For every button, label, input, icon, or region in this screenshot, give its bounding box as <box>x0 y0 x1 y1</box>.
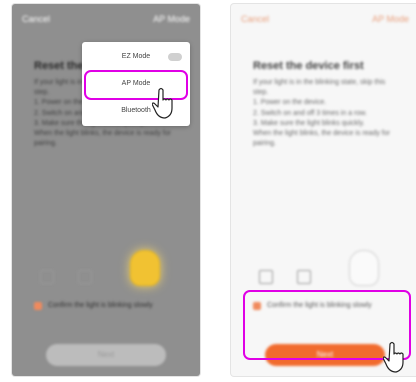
confirm-checkbox[interactable] <box>34 302 42 310</box>
instruction-line: 3. Make sure the light blinks quickly. <box>253 119 365 127</box>
menu-item-label: EZ Mode <box>121 53 151 60</box>
page-title: Reset the device first <box>253 60 364 72</box>
screen-right-reset-device: Cancel AP Mode Reset the device first If… <box>231 4 416 376</box>
instruction-line: 1. Power on the device. <box>253 99 327 107</box>
switch-icon <box>259 270 273 284</box>
confirm-row[interactable]: Confirm the light is blinking slowly <box>34 302 180 310</box>
switch-icon <box>297 270 311 284</box>
switch-icon <box>40 270 54 284</box>
screen-left-mode-menu: Cancel AP Mode Reset the device first If… <box>12 4 200 376</box>
menu-item-ez-mode[interactable]: EZ Mode <box>82 46 190 68</box>
instruction-line: When the light blinks, the device is rea… <box>34 130 171 148</box>
next-button[interactable]: Next <box>46 344 166 366</box>
instructions: If your light is in the blinking state, … <box>253 78 393 149</box>
toggle-icon <box>168 53 182 61</box>
cancel-button[interactable]: Cancel <box>241 14 269 24</box>
menu-item-label: Bluetooth <box>121 107 151 114</box>
reset-diagram <box>257 222 393 286</box>
mode-switch-button[interactable]: AP Mode <box>153 14 190 24</box>
reset-diagram <box>38 222 174 286</box>
mode-switch-button[interactable]: AP Mode <box>372 14 409 24</box>
confirm-text: Confirm the light is blinking slowly <box>47 302 153 309</box>
lightbulb-icon <box>349 250 379 286</box>
hand-pointer-icon <box>152 87 173 119</box>
instruction-line: 2. Switch on and off 3 times in a row. <box>253 109 367 117</box>
hand-pointer-icon <box>383 341 404 373</box>
instruction-line: If your light is in the blinking state, … <box>253 79 386 97</box>
cancel-button[interactable]: Cancel <box>22 14 50 24</box>
switch-icon <box>78 270 92 284</box>
top-bar: Cancel AP Mode <box>231 4 416 32</box>
instruction-line: When the light blinks, the device is rea… <box>253 130 390 148</box>
top-bar: Cancel AP Mode <box>12 4 200 32</box>
lightbulb-icon <box>130 250 160 286</box>
